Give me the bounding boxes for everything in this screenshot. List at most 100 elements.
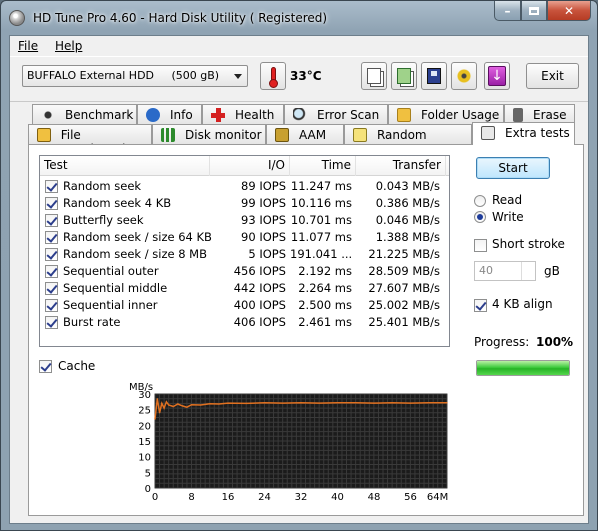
- progress-fill: [477, 361, 569, 375]
- benchmark-icon: [41, 108, 55, 122]
- short-stroke-checkbox[interactable]: [474, 239, 487, 252]
- tab-label: Error Scan: [317, 108, 380, 122]
- tab-label: Folder Usage: [421, 108, 500, 122]
- cache-checkbox[interactable]: [39, 360, 52, 373]
- io-value: 406 IOPS: [233, 315, 286, 329]
- maximize-button[interactable]: [521, 1, 547, 21]
- close-button[interactable]: ✕: [547, 1, 591, 21]
- data-point: [300, 402, 302, 404]
- tab-label: Info: [170, 108, 193, 122]
- tab-info[interactable]: Info: [137, 104, 202, 125]
- copy-text-button[interactable]: [361, 62, 387, 90]
- table-row[interactable]: Butterfly seek 93 IOPS 10.701 ms 0.046 MB/s: [40, 212, 449, 229]
- client-area: File Help BUFFALO External HDD (500 gB) …: [9, 35, 589, 524]
- close-icon: ✕: [563, 3, 575, 18]
- time-value: 191.041 ...: [290, 247, 353, 261]
- chevron-down-icon: [234, 74, 242, 79]
- row-checkbox[interactable]: [45, 265, 58, 278]
- data-point: [156, 398, 158, 400]
- io-value: 456 IOPS: [233, 264, 286, 278]
- temperature-button[interactable]: [260, 62, 286, 90]
- menu-file[interactable]: File: [18, 39, 38, 53]
- tab-label: Health: [235, 108, 275, 122]
- table-row[interactable]: Sequential middle 442 IOPS 2.264 ms 27.607 …: [40, 280, 449, 297]
- options-icon: [457, 68, 471, 84]
- exit-button[interactable]: Exit: [526, 63, 579, 89]
- column-header-io[interactable]: I/O: [210, 156, 290, 176]
- test-list: Test I/O Time Transfer Random seek 89 IOP…: [39, 155, 450, 347]
- column-header-transfer[interactable]: Transfer: [356, 156, 446, 176]
- data-point: [373, 402, 375, 404]
- data-point: [227, 402, 229, 404]
- maximize-icon: [529, 6, 539, 15]
- tab-aam[interactable]: AAM: [266, 124, 344, 145]
- divider: [472, 320, 570, 321]
- table-row[interactable]: Sequential inner 400 IOPS 2.500 ms 25.002 M…: [40, 297, 449, 314]
- y-tick-label: 20: [138, 421, 151, 432]
- folder-icon: [397, 108, 411, 122]
- transfer-value: 27.607 MB/s: [368, 281, 440, 295]
- start-button[interactable]: Start: [476, 157, 550, 179]
- file-benchmark-icon: [37, 128, 51, 142]
- time-value: 10.116 ms: [290, 196, 352, 210]
- align-checkbox[interactable]: [474, 299, 487, 312]
- download-button[interactable]: ↓: [484, 62, 510, 90]
- app-window: HD Tune Pro 4.60 - Hard Disk Utility ( R…: [0, 0, 598, 531]
- health-icon: [211, 108, 225, 122]
- x-tick-label: 32: [295, 492, 308, 503]
- drive-select[interactable]: BUFFALO External HDD (500 gB): [22, 65, 248, 87]
- table-row[interactable]: Sequential outer 456 IOPS 2.192 ms 28.509 M…: [40, 263, 449, 280]
- tab-extra-tests[interactable]: Extra tests: [472, 122, 575, 145]
- row-checkbox[interactable]: [45, 316, 58, 329]
- row-checkbox[interactable]: [45, 197, 58, 210]
- table-row[interactable]: Random seek / size 8 MB 5 IOPS 191.041 ...…: [40, 246, 449, 263]
- copy-text-icon: [367, 68, 381, 84]
- x-tick-label: 48: [368, 492, 381, 503]
- io-value: 99 IOPS: [241, 196, 286, 210]
- extra-tests-icon: [481, 126, 495, 140]
- short-stroke-value: 40: [479, 264, 493, 277]
- data-point: [355, 402, 357, 404]
- stepper-up-icon[interactable]: [521, 262, 535, 271]
- tab-error-scan[interactable]: Error Scan: [284, 104, 388, 125]
- disk-monitor-icon: [161, 128, 175, 142]
- data-point: [200, 404, 202, 406]
- table-row[interactable]: Burst rate 406 IOPS 2.461 ms 25.401 MB/s: [40, 314, 449, 331]
- test-name: Random seek / size 64 KB: [63, 230, 212, 244]
- data-point: [336, 402, 339, 404]
- row-checkbox[interactable]: [45, 248, 58, 261]
- column-header-time[interactable]: Time: [290, 156, 356, 176]
- tab-benchmark[interactable]: Benchmark: [32, 104, 137, 125]
- copy-screenshot-button[interactable]: [391, 62, 417, 90]
- row-checkbox[interactable]: [45, 231, 58, 244]
- tab-random-access[interactable]: Random Access: [344, 124, 472, 156]
- write-radio[interactable]: [474, 211, 486, 223]
- progress-bar: [476, 360, 570, 376]
- stepper-down-icon[interactable]: [521, 271, 535, 280]
- tab-disk-monitor[interactable]: Disk monitor: [152, 124, 266, 145]
- x-tick-label: 0: [152, 492, 158, 503]
- menu-bar: File Help: [10, 36, 588, 56]
- x-tick-label: 64MB: [427, 492, 449, 503]
- read-radio[interactable]: [474, 195, 486, 207]
- row-checkbox[interactable]: [45, 282, 58, 295]
- table-row[interactable]: Random seek / size 64 KB 90 IOPS 11.077 ms…: [40, 229, 449, 246]
- table-row[interactable]: Random seek 4 KB 99 IOPS 10.116 ms 0.386 MB…: [40, 195, 449, 212]
- save-button[interactable]: [421, 62, 447, 90]
- minimize-button[interactable]: –: [494, 1, 521, 21]
- row-checkbox[interactable]: [45, 180, 58, 193]
- tab-file-benchmark[interactable]: File Benchmark: [28, 124, 152, 156]
- options-button[interactable]: [451, 62, 477, 90]
- transfer-value: 25.002 MB/s: [368, 298, 440, 312]
- tab-health[interactable]: Health: [202, 104, 284, 125]
- column-header-test[interactable]: Test: [40, 156, 210, 176]
- row-checkbox[interactable]: [45, 214, 58, 227]
- time-value: 11.247 ms: [290, 179, 352, 193]
- test-name: Random seek / size 8 MB: [63, 247, 207, 261]
- short-stroke-stepper[interactable]: 40: [474, 261, 536, 281]
- row-checkbox[interactable]: [45, 299, 58, 312]
- title-bar[interactable]: HD Tune Pro 4.60 - Hard Disk Utility ( R…: [1, 1, 597, 35]
- cache-label: Cache: [58, 359, 96, 373]
- table-row[interactable]: Random seek 89 IOPS 11.247 ms 0.043 MB/s: [40, 178, 449, 195]
- menu-help[interactable]: Help: [55, 39, 82, 53]
